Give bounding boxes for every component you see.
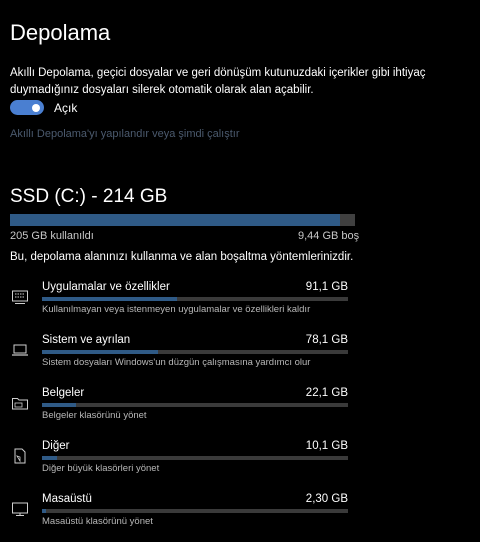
drive-title: SSD (C:) - 214 GB <box>10 186 168 207</box>
category-bar-fill <box>42 509 46 513</box>
smart-storage-description: Akıllı Depolama, geçici dosyalar ve geri… <box>10 67 426 96</box>
category-bar <box>42 403 348 407</box>
category-note: Diğer büyük klasörleri yönet <box>42 463 160 474</box>
category-name: Diğer <box>42 440 70 452</box>
drive-free-label: 9,44 GB boş <box>298 230 360 242</box>
category-size: 91,1 GB <box>305 281 348 293</box>
category-name: Belgeler <box>42 387 85 399</box>
category-bar-fill <box>42 456 58 460</box>
category-bar <box>42 297 348 301</box>
drive-used-label: 205 GB kullanıldı <box>10 230 94 242</box>
document-icon <box>11 447 29 465</box>
monitor-icon <box>11 500 29 518</box>
category-bar <box>42 456 348 460</box>
smart-storage-toggle[interactable] <box>10 100 44 115</box>
category-note: Belgeler klasörünü yönet <box>42 410 147 421</box>
laptop-icon <box>11 341 29 359</box>
categories-intro: Bu, depolama alanınızı kullanma ve alan … <box>10 251 354 263</box>
category-other[interactable]: Diğer 10,1 GB Diğer büyük klasörleri yön… <box>0 439 480 489</box>
toggle-knob <box>32 103 40 112</box>
apps-monitor-icon <box>11 288 29 306</box>
toggle-label: Açık <box>54 100 78 115</box>
category-desktop[interactable]: Masaüstü 2,30 GB Masaüstü klasörünü yöne… <box>0 492 480 542</box>
category-note: Sistem dosyaları Windows'un düzgün çalış… <box>42 357 311 368</box>
smart-storage-toggle-row[interactable]: Açık <box>10 100 77 115</box>
category-bar <box>42 509 348 513</box>
category-size: 22,1 GB <box>305 387 348 399</box>
category-name: Masaüstü <box>42 493 92 505</box>
page-title: Depolama <box>10 20 111 45</box>
category-bar-fill <box>42 297 177 301</box>
category-name: Sistem ve ayrılan <box>42 334 131 346</box>
category-bar-fill <box>42 403 76 407</box>
category-note: Kullanılmayan veya istenmeyen uygulamala… <box>42 304 311 315</box>
category-size: 10,1 GB <box>305 440 348 452</box>
folder-icon <box>11 394 29 412</box>
category-note: Masaüstü klasörünü yönet <box>42 516 153 527</box>
category-size: 78,1 GB <box>305 334 348 346</box>
category-system[interactable]: Sistem ve ayrılan 78,1 GB Sistem dosyala… <box>0 333 480 383</box>
category-apps[interactable]: Uygulamalar ve özellikler 91,1 GB Kullan… <box>0 280 480 330</box>
category-size: 2,30 GB <box>305 493 348 505</box>
configure-smart-storage-link[interactable]: Akıllı Depolama'yı yapılandır veya şimdi… <box>10 128 240 140</box>
drive-usage-fill <box>10 214 340 226</box>
drive-usage-bar <box>10 214 355 226</box>
category-name: Uygulamalar ve özellikler <box>42 281 170 293</box>
category-documents[interactable]: Belgeler 22,1 GB Belgeler klasörünü yöne… <box>0 386 480 436</box>
category-bar-fill <box>42 350 159 354</box>
category-bar <box>42 350 348 354</box>
